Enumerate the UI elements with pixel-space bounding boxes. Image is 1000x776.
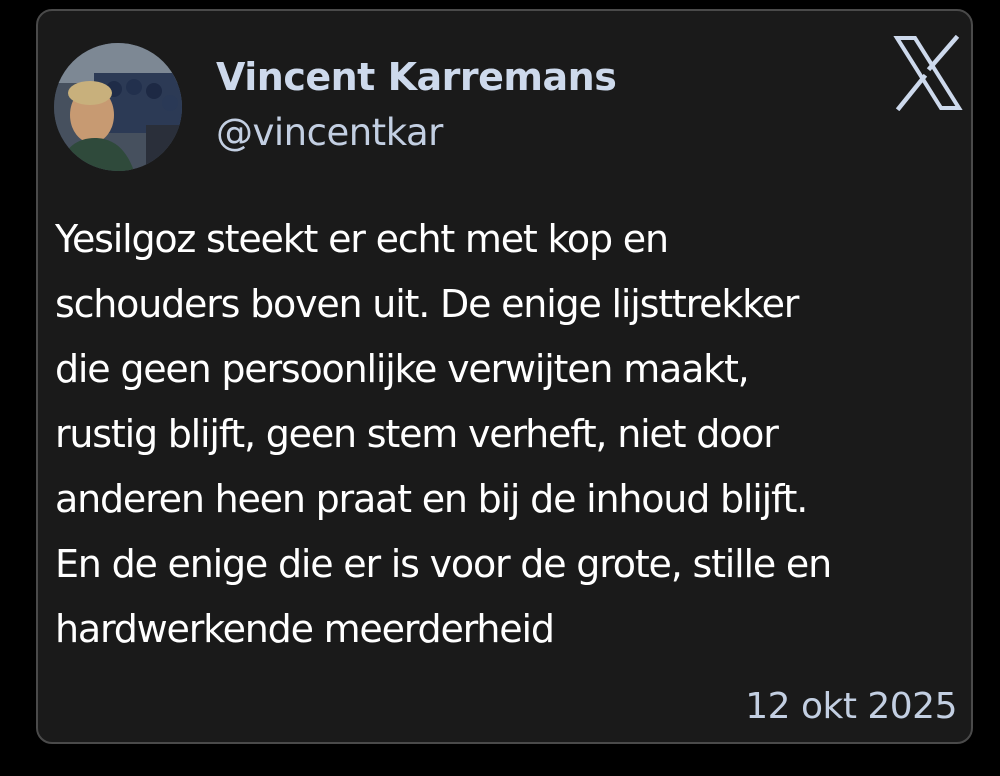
author-avatar[interactable] (54, 43, 182, 171)
avatar-photo (54, 43, 182, 171)
tweet-card: Vincent Karremans @vincentkar Yesilgoz s… (36, 9, 973, 744)
tweet-text-line: rustig blijft, geen stem verheft, niet d… (55, 412, 779, 456)
tweet-text-line: En de enige die er is voor de grote, sti… (55, 542, 832, 586)
x-logo-icon[interactable] (893, 34, 963, 112)
tweet-text-line: anderen heen praat en bij de inhoud blij… (55, 477, 808, 521)
tweet-date[interactable]: 12 okt 2025 (745, 686, 957, 727)
tweet-text: Yesilgoz steekt er echt met kop en schou… (55, 207, 960, 662)
tweet-text-line: die geen persoonlijke verwijten maakt, (55, 347, 750, 391)
tweet-text-line: hardwerkende meerderheid (55, 607, 555, 651)
author-name[interactable]: Vincent Karremans (216, 55, 617, 99)
tweet-text-line: schouders boven uit. De enige lijsttrekk… (55, 282, 799, 326)
author-handle[interactable]: @vincentkar (216, 111, 443, 154)
tweet-text-line: Yesilgoz steekt er echt met kop en (55, 217, 669, 261)
